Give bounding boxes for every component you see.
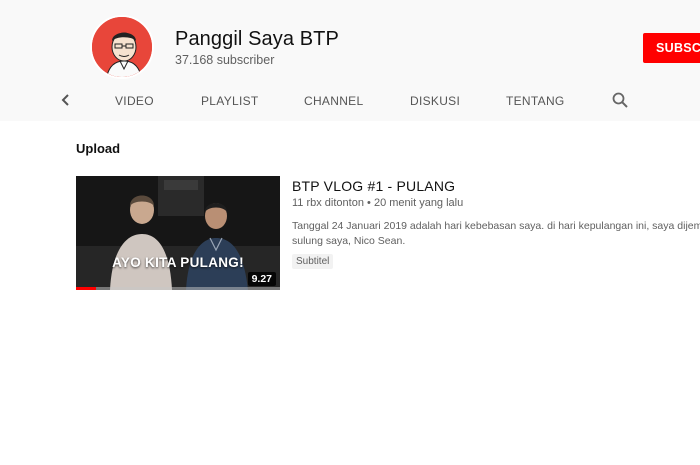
section-title: Upload	[76, 141, 121, 156]
upload-age: 20 menit yang lalu	[373, 197, 464, 209]
watch-progress-fill	[76, 287, 97, 290]
video-description: Tanggal 24 Januari 2019 adalah hari kebe…	[292, 219, 700, 248]
tab-video[interactable]: VIDEO	[115, 94, 154, 108]
caricature-avatar-icon	[92, 17, 152, 77]
tab-playlist[interactable]: PLAYLIST	[201, 94, 259, 108]
description-line: sulung saya, Nico Sean.	[292, 234, 406, 247]
subscriber-count: 37.168 subscriber	[175, 53, 275, 67]
chevron-left-icon[interactable]	[58, 92, 74, 108]
video-title[interactable]: BTP VLOG #1 - PULANG	[292, 178, 455, 194]
tab-tentang[interactable]: TENTANG	[506, 94, 565, 108]
video-duration: 9.27	[247, 272, 276, 286]
search-icon[interactable]	[611, 91, 629, 109]
channel-tabs: VIDEO PLAYLIST CHANNEL DISKUSI TENTANG	[0, 86, 700, 116]
tab-channel[interactable]: CHANNEL	[304, 94, 363, 108]
video-thumbnail[interactable]: AYO KITA PULANG! 9.27	[76, 176, 280, 290]
tab-diskusi[interactable]: DISKUSI	[410, 94, 460, 108]
subtitle-badge: Subtitel	[292, 254, 334, 269]
video-meta: 11 rbx ditonton • 20 menit yang lalu	[292, 197, 463, 209]
view-count: 11 rbx ditonton	[292, 197, 364, 209]
meta-separator: •	[367, 197, 374, 209]
description-line: Tanggal 24 Januari 2019 adalah hari kebe…	[292, 220, 700, 232]
watch-progress-bar	[76, 287, 280, 290]
thumbnail-caption: AYO KITA PULANG!	[112, 255, 244, 270]
channel-name: Panggil Saya BTP	[175, 28, 339, 50]
subscribe-button[interactable]: SUBSCRIBE	[643, 33, 700, 63]
channel-header: Panggil Saya BTP 37.168 subscriber SUBSC…	[0, 0, 700, 121]
channel-avatar[interactable]	[90, 15, 154, 79]
